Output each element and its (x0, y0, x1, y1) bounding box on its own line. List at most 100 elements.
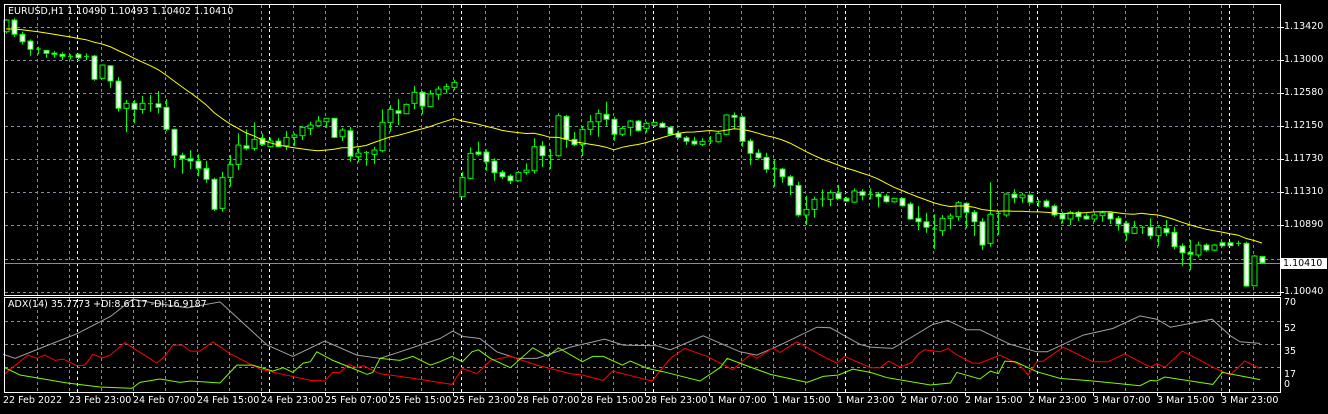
candle-bear (563, 115, 570, 140)
time-axis-label: 24 Feb 23:00 (261, 395, 324, 406)
time-axis-label: 25 Feb 23:00 (453, 395, 516, 406)
time-axis-label: 24 Feb 15:00 (197, 395, 260, 406)
candle-bear (27, 40, 34, 50)
candle-bear (659, 122, 666, 128)
price-axis-label: 1.12580 (1284, 86, 1324, 98)
candle-bear (187, 158, 194, 162)
candle-bear (491, 160, 498, 174)
price-chart[interactable] (0, 0, 1328, 414)
candle-bear (395, 110, 402, 114)
candle-bull (1195, 244, 1202, 256)
candle-bear (1011, 193, 1018, 199)
candle-bear (779, 168, 786, 178)
candle-bear (243, 145, 250, 149)
candle-bear (747, 140, 754, 154)
candle-bull (291, 134, 298, 138)
candle-bear (979, 221, 986, 246)
time-axis-label: 25 Feb 15:00 (389, 395, 452, 406)
candle-bull (643, 122, 650, 129)
candle-bull (1003, 193, 1010, 216)
candle-bear (163, 106, 170, 130)
candle-bear (1123, 222, 1130, 234)
candle-bull (307, 124, 314, 129)
candle-bear (1163, 227, 1170, 234)
candle-bull (323, 117, 330, 123)
candle-bear (131, 102, 138, 110)
candle-bear (755, 152, 762, 159)
candle-bull (555, 115, 562, 157)
time-axis-label: 1 Mar 07:00 (709, 395, 767, 406)
candle-bear (75, 53, 82, 59)
candle-bear (59, 53, 66, 57)
candle-bear (843, 197, 850, 202)
candle-bull (715, 132, 722, 143)
candle-bull (1131, 226, 1138, 234)
candle-bull (515, 171, 522, 182)
time-axis-label: 24 Feb 07:00 (133, 395, 196, 406)
candle-bear (1219, 242, 1226, 247)
main-chart-frame (4, 4, 1281, 296)
candle-bull (619, 127, 626, 135)
adx-info: ADX(14) 35.7773 +DI:8.6117 -DI:16.9187 (8, 299, 207, 310)
candle-bull (1091, 214, 1098, 220)
candle-bear (19, 33, 26, 43)
time-axis-label: 25 Feb 07:00 (325, 395, 388, 406)
time-axis-label: 23 Feb 23:00 (69, 395, 132, 406)
candle-bull (939, 217, 946, 232)
candle-bull (251, 138, 258, 149)
candle-bear (179, 154, 186, 160)
candle-bull (947, 215, 954, 219)
candle-bear (347, 130, 354, 157)
minus-di-line (4, 341, 1261, 385)
time-axis-label: 28 Feb 07:00 (517, 395, 580, 406)
candle-bear (763, 156, 770, 170)
candle-bull (523, 169, 530, 173)
candle-bear (51, 52, 58, 55)
time-axis-label: 3 Mar 23:00 (1221, 395, 1279, 406)
candle-bear (1043, 200, 1050, 208)
candle-bull (987, 213, 994, 244)
candle-bull (379, 121, 386, 152)
candle-bull (723, 114, 730, 135)
candle-bear (963, 202, 970, 213)
candle-bull (235, 144, 242, 165)
candles (3, 18, 1266, 287)
candle-bear (635, 120, 642, 132)
candle-bear (787, 176, 794, 186)
candle-bear (795, 184, 802, 216)
current-price-label: 1.10410 (1281, 257, 1327, 269)
candle-bull (467, 152, 474, 179)
price-axis-label: 1.11310 (1284, 186, 1324, 198)
candle-bear (211, 178, 218, 210)
candle-bear (475, 151, 482, 155)
candle-bear (507, 175, 514, 182)
candle-bull (811, 198, 818, 210)
candle-bull (99, 64, 106, 79)
candle-bear (1115, 217, 1122, 225)
candle-bull (315, 120, 322, 127)
candle-bull (595, 112, 602, 123)
price-axis-label: 1.11730 (1284, 153, 1324, 165)
candle-bull (339, 129, 346, 138)
candle-bear (107, 65, 114, 82)
candle-bull (891, 197, 898, 203)
candle-bull (531, 146, 538, 172)
candle-bear (883, 195, 890, 203)
candle-bear (331, 117, 338, 138)
candle-bear (43, 49, 50, 54)
indicator-axis-label: 70 (1284, 297, 1297, 308)
time-axis-label: 28 Feb 23:00 (645, 395, 708, 406)
candle-bull (1099, 212, 1106, 217)
candle-bear (11, 19, 18, 35)
time-axis-label: 2 Mar 07:00 (901, 395, 959, 406)
candle-bull (827, 192, 834, 200)
time-axis-label: 3 Mar 15:00 (1157, 395, 1215, 406)
candle-bull (387, 108, 394, 123)
time-axis-label: 1 Mar 23:00 (837, 395, 895, 406)
candle-bull (627, 120, 634, 128)
time-axis-label: 22 Feb 2022 (3, 395, 63, 406)
candle-bull (699, 140, 706, 145)
candle-bull (587, 121, 594, 130)
candle-bull (451, 81, 458, 88)
time-axis-label: 28 Feb 15:00 (581, 395, 644, 406)
